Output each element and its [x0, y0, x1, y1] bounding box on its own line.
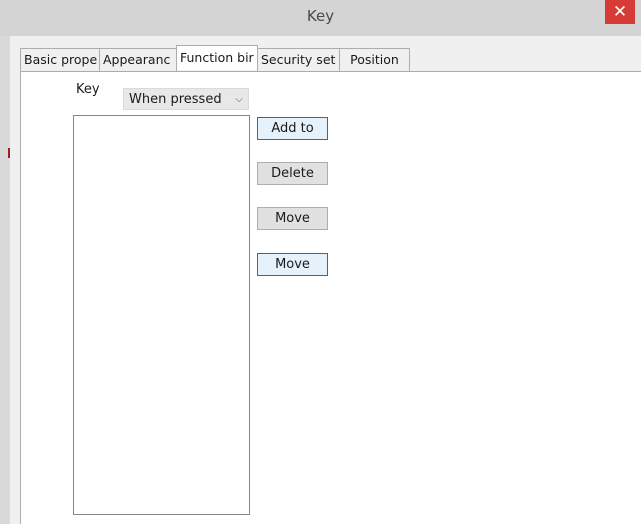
tab-label: Appearanc	[103, 52, 171, 67]
tab-function-binding[interactable]: Function bir	[176, 45, 258, 70]
move-down-button[interactable]: Move	[257, 253, 328, 276]
close-button[interactable]: ✕	[605, 0, 635, 24]
chevron-down-icon: ⌵	[235, 93, 243, 105]
window-left-edge	[0, 36, 10, 524]
tab-label: Position	[350, 52, 399, 67]
close-icon: ✕	[612, 2, 628, 22]
tab-label: Function bir	[180, 50, 254, 65]
key-label: Key	[76, 82, 100, 97]
add-button[interactable]: Add to	[257, 117, 328, 140]
tab-label: Basic prope	[24, 52, 98, 67]
window-title: Key	[306, 7, 335, 25]
trigger-select[interactable]: When pressed ⌵	[123, 88, 249, 110]
delete-button[interactable]: Delete	[257, 162, 328, 185]
tab-security-settings[interactable]: Security set	[257, 48, 340, 71]
tab-strip: Basic prope Appearanc Function bir Secur…	[20, 45, 410, 72]
move-up-button[interactable]: Move	[257, 207, 328, 230]
tab-basic-properties[interactable]: Basic prope	[20, 48, 100, 71]
tab-position[interactable]: Position	[339, 48, 410, 71]
tab-label: Security set	[261, 52, 336, 67]
title-bar: Key ✕	[0, 0, 641, 36]
function-list[interactable]	[73, 115, 250, 515]
tab-appearance[interactable]: Appearanc	[99, 48, 177, 71]
trigger-select-value: When pressed	[129, 91, 222, 107]
